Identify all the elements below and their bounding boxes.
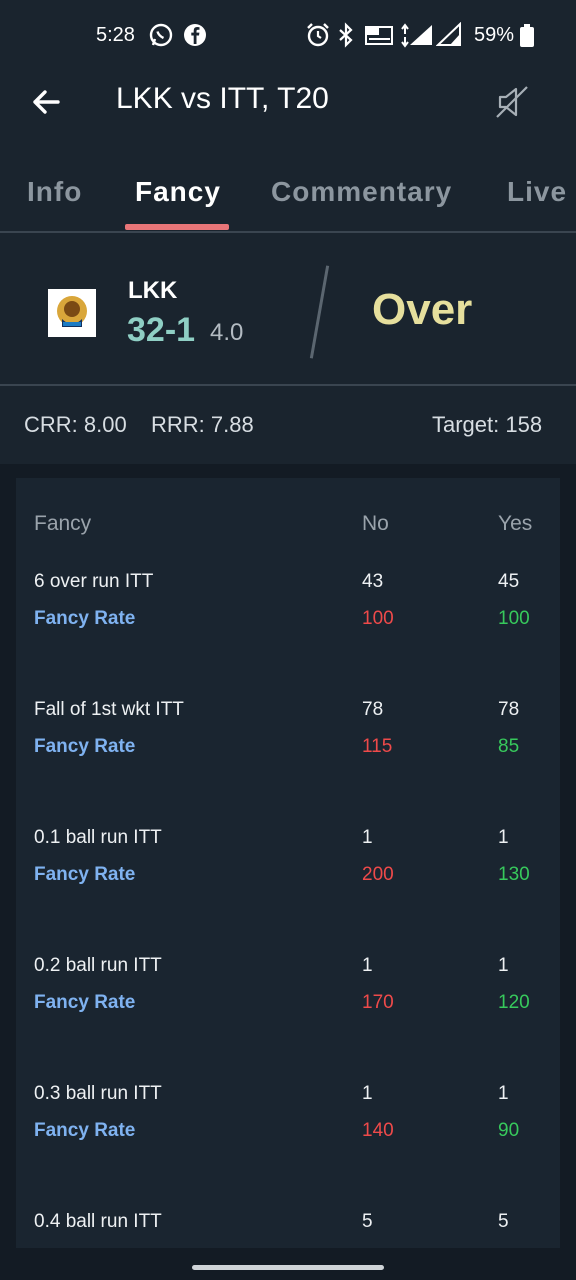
speaker-muted-icon[interactable] xyxy=(492,82,532,122)
team-runs: 32-1 xyxy=(127,311,196,349)
table-row: 0.1 ball run ITT 1 1 Fancy Rate 200 130 xyxy=(16,827,560,927)
table-row: 6 over run ITT 43 45 Fancy Rate 100 100 xyxy=(16,571,560,671)
yes-value[interactable]: 45 xyxy=(498,571,519,593)
yes-rate[interactable]: 120 xyxy=(498,992,530,1014)
yes-value[interactable]: 1 xyxy=(498,1083,509,1105)
fancy-rate-label: Fancy Rate xyxy=(34,992,136,1013)
battery-percent: 59% xyxy=(474,24,515,46)
no-rate[interactable]: 170 xyxy=(362,992,394,1014)
no-rate[interactable]: 100 xyxy=(362,608,394,630)
table-row: 0.4 ball run ITT 5 5 xyxy=(16,1211,560,1248)
score-panel: LKK 32-1 4.0 Over xyxy=(0,233,576,385)
status-bar: 5:28 59% xyxy=(0,0,576,72)
alarm-icon xyxy=(305,22,331,48)
divider xyxy=(309,265,330,359)
team-logo xyxy=(48,289,96,337)
tab-bar: Info Fancy Commentary Live xyxy=(0,158,576,232)
table-row: 0.2 ball run ITT 1 1 Fancy Rate 170 120 xyxy=(16,955,560,1055)
arrow-left-icon[interactable] xyxy=(28,84,64,120)
no-value[interactable]: 43 xyxy=(362,571,383,593)
whatsapp-icon xyxy=(148,22,174,48)
market-name: 0.3 ball run ITT xyxy=(34,1083,162,1104)
no-rate[interactable]: 200 xyxy=(362,864,394,886)
volte-icon xyxy=(364,22,396,48)
fancy-table: Fancy No Yes 6 over run ITT 43 45 Fancy … xyxy=(16,478,560,1248)
column-header-yes: Yes xyxy=(498,512,533,535)
run-rates-bar: CRR: 8.00 RRR: 7.88 Target: 158 xyxy=(0,386,576,464)
no-value[interactable]: 1 xyxy=(362,1083,373,1105)
fancy-rate-label: Fancy Rate xyxy=(34,736,136,757)
tab-info[interactable]: Info xyxy=(27,176,82,208)
status-time: 5:28 xyxy=(96,24,135,46)
fancy-rate-label: Fancy Rate xyxy=(34,608,136,629)
no-value[interactable]: 5 xyxy=(362,1211,373,1233)
market-name: 0.1 ball run ITT xyxy=(34,827,162,848)
yes-rate[interactable]: 85 xyxy=(498,736,519,758)
no-value[interactable]: 1 xyxy=(362,827,373,849)
team-overs: 4.0 xyxy=(210,319,244,346)
table-row: 0.3 ball run ITT 1 1 Fancy Rate 140 90 xyxy=(16,1083,560,1183)
target: Target: 158 xyxy=(432,412,543,437)
match-status: Over xyxy=(372,285,473,334)
yes-value[interactable]: 1 xyxy=(498,955,509,977)
system-nav-bar xyxy=(0,1254,576,1280)
signal-4g-icon xyxy=(400,22,434,48)
column-header-no: No xyxy=(362,512,389,535)
no-rate[interactable]: 140 xyxy=(362,1120,394,1142)
facebook-icon xyxy=(182,22,208,48)
no-value[interactable]: 78 xyxy=(362,699,383,721)
yes-rate[interactable]: 130 xyxy=(498,864,530,886)
market-name: Fall of 1st wkt ITT xyxy=(34,699,184,720)
no-value[interactable]: 1 xyxy=(362,955,373,977)
column-header-fancy: Fancy xyxy=(34,512,92,535)
tab-fancy[interactable]: Fancy xyxy=(135,176,221,208)
battery-icon xyxy=(518,22,536,48)
tab-commentary[interactable]: Commentary xyxy=(271,176,452,208)
tab-live[interactable]: Live xyxy=(507,176,567,208)
yes-rate[interactable]: 100 xyxy=(498,608,530,630)
bluetooth-icon xyxy=(333,22,359,48)
team-name: LKK xyxy=(128,277,178,304)
yes-value[interactable]: 5 xyxy=(498,1211,509,1233)
active-tab-indicator xyxy=(125,224,229,230)
home-gesture-handle[interactable] xyxy=(192,1265,384,1270)
required-run-rate: RRR: 7.88 xyxy=(151,412,254,437)
yes-rate[interactable]: 90 xyxy=(498,1120,519,1142)
market-name: 6 over run ITT xyxy=(34,571,154,592)
fancy-rate-label: Fancy Rate xyxy=(34,1120,136,1141)
yes-value[interactable]: 78 xyxy=(498,699,519,721)
current-run-rate: CRR: 8.00 xyxy=(24,412,127,437)
market-name: 0.2 ball run ITT xyxy=(34,955,162,976)
yes-value[interactable]: 1 xyxy=(498,827,509,849)
market-name: 0.4 ball run ITT xyxy=(34,1211,162,1232)
fancy-rate-label: Fancy Rate xyxy=(34,864,136,885)
table-row: Fall of 1st wkt ITT 78 78 Fancy Rate 115… xyxy=(16,699,560,799)
app-bar: LKK vs ITT, T20 xyxy=(0,72,576,158)
no-rate[interactable]: 115 xyxy=(362,736,392,758)
page-title: LKK vs ITT, T20 xyxy=(116,82,329,115)
signal-r-icon xyxy=(435,21,462,48)
